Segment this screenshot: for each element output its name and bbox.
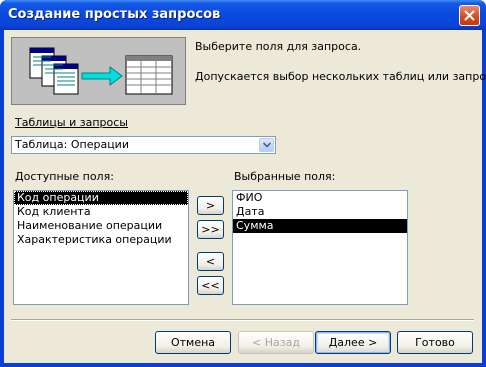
title-bar[interactable]: Создание простых запросов	[0, 0, 486, 30]
dialog-body: Выберите поля для запроса. Допускается в…	[4, 30, 486, 363]
tables-combobox-value: Таблица: Операции	[15, 138, 129, 151]
next-button[interactable]: Далее >	[315, 331, 391, 354]
list-item[interactable]: Наименование операции	[14, 219, 188, 233]
list-item[interactable]: ФИО	[233, 191, 407, 205]
selected-fields-label: Выбранные поля:	[234, 170, 336, 183]
add-all-fields-button[interactable]: >>	[197, 220, 224, 239]
tables-label-text: Таблицы и запросы	[15, 116, 128, 129]
hint-text: Допускается выбор нескольких таблиц или …	[195, 70, 486, 83]
finish-button[interactable]: Готово	[397, 331, 473, 354]
tables-label: Таблицы и запросы	[15, 116, 128, 129]
cancel-button[interactable]: Отмена	[155, 331, 231, 354]
close-button[interactable]	[459, 5, 480, 26]
wizard-illustration	[11, 37, 186, 105]
instruction-text: Выберите поля для запроса.	[195, 40, 362, 53]
chevron-down-icon	[263, 142, 271, 148]
tables-combobox[interactable]: Таблица: Операции	[11, 136, 276, 154]
available-fields-label: Доступные поля:	[15, 170, 114, 183]
available-fields-list[interactable]: Код операции Код клиента Наименование оп…	[13, 190, 189, 305]
remove-all-fields-button[interactable]: <<	[197, 276, 224, 295]
add-field-button[interactable]: >	[197, 196, 224, 215]
selected-fields-list[interactable]: ФИО Дата Сумма	[232, 190, 408, 305]
footer-separator	[11, 319, 474, 321]
close-icon	[464, 10, 475, 21]
combobox-dropdown-button[interactable]	[259, 138, 274, 152]
back-button[interactable]: < Назад	[238, 331, 314, 354]
list-item[interactable]: Код клиента	[14, 205, 188, 219]
list-item[interactable]: Характеристика операции	[14, 233, 188, 247]
list-item[interactable]: Код операции	[14, 191, 188, 205]
remove-field-button[interactable]: <	[197, 252, 224, 271]
list-item[interactable]: Сумма	[233, 219, 407, 233]
list-item[interactable]: Дата	[233, 205, 407, 219]
query-wizard-window: Создание простых запросов Выберите поля …	[0, 0, 486, 367]
tables-to-query-icon	[29, 47, 173, 95]
window-title: Создание простых запросов	[8, 7, 221, 22]
